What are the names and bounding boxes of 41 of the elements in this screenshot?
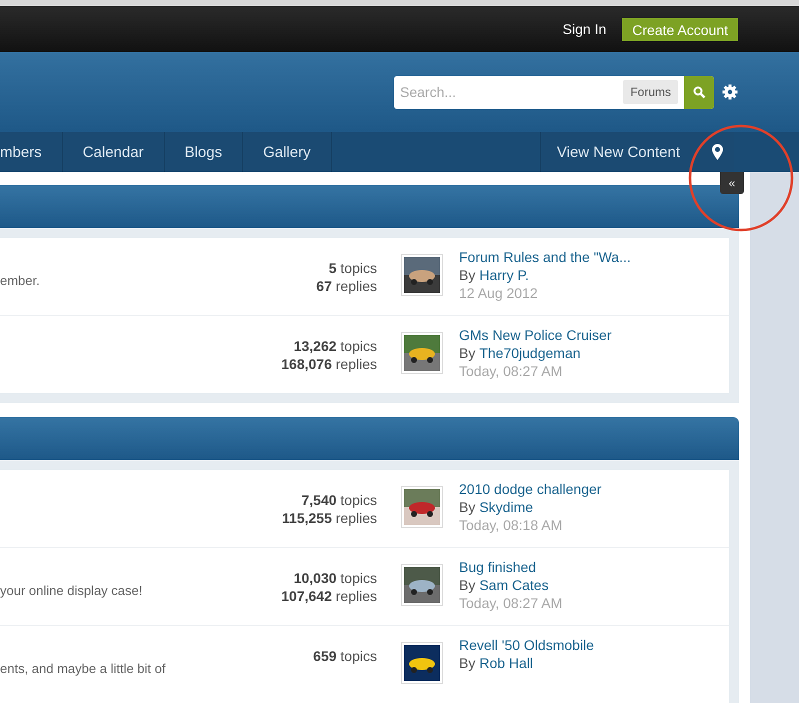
author-link[interactable]: Harry P. bbox=[479, 267, 529, 283]
topic-count: 13,262 topics bbox=[294, 338, 377, 354]
topic-count: 10,030 topics bbox=[294, 570, 377, 586]
topic-count: 7,540 topics bbox=[301, 492, 377, 508]
author-prefix: By bbox=[459, 499, 476, 515]
author-prefix: By bbox=[459, 655, 476, 671]
forum-description: your online display case! bbox=[0, 583, 142, 598]
last-post-title[interactable]: Forum Rules and the "Wa... bbox=[459, 249, 729, 265]
search-field[interactable]: Search... Forums bbox=[394, 76, 714, 108]
author-prefix: By bbox=[459, 577, 476, 593]
collapse-tooltip[interactable]: « bbox=[720, 172, 744, 194]
reply-count: 67 replies bbox=[316, 278, 377, 294]
forum-description: ember. bbox=[0, 273, 40, 288]
last-post-title[interactable]: GMs New Police Cruiser bbox=[459, 327, 729, 343]
author-link[interactable]: Sam Cates bbox=[479, 577, 549, 593]
forum-description: ents, and maybe a little bit of bbox=[0, 661, 166, 676]
last-post-title[interactable]: Revell '50 Oldsmobile bbox=[459, 637, 729, 653]
search-icon bbox=[692, 86, 706, 98]
author-prefix: By bbox=[459, 267, 476, 283]
reply-count: 168,076 replies bbox=[281, 356, 377, 372]
settings-icon[interactable] bbox=[722, 84, 738, 100]
nav-tab[interactable]: Calendar bbox=[62, 132, 165, 172]
nav-tab[interactable]: Blogs bbox=[164, 132, 244, 172]
topic-count: 659 topics bbox=[313, 648, 377, 664]
last-post-title[interactable]: Bug finished bbox=[459, 559, 729, 575]
post-time: Today, 08:27 AM bbox=[459, 363, 564, 379]
reply-count: 107,642 replies bbox=[281, 588, 377, 604]
author-link[interactable]: The70judgeman bbox=[479, 345, 581, 361]
post-time: 12 Aug 2012 bbox=[459, 285, 539, 301]
search-button[interactable] bbox=[684, 76, 714, 108]
author-link[interactable]: Skydime bbox=[479, 499, 534, 515]
sign-in-link[interactable]: Sign In bbox=[562, 21, 606, 37]
nav-tab[interactable]: mbers bbox=[0, 132, 63, 172]
post-time: Today, 08:18 AM bbox=[459, 517, 564, 533]
last-post-title[interactable]: 2010 dodge challenger bbox=[459, 481, 729, 497]
author-link[interactable]: Rob Hall bbox=[479, 655, 534, 671]
search-scope[interactable]: Forums bbox=[623, 80, 678, 104]
topic-count: 5 topics bbox=[328, 260, 377, 276]
post-time: Today, 08:27 AM bbox=[459, 595, 564, 611]
reply-count: 115,255 replies bbox=[282, 510, 377, 526]
author-prefix: By bbox=[459, 345, 476, 361]
